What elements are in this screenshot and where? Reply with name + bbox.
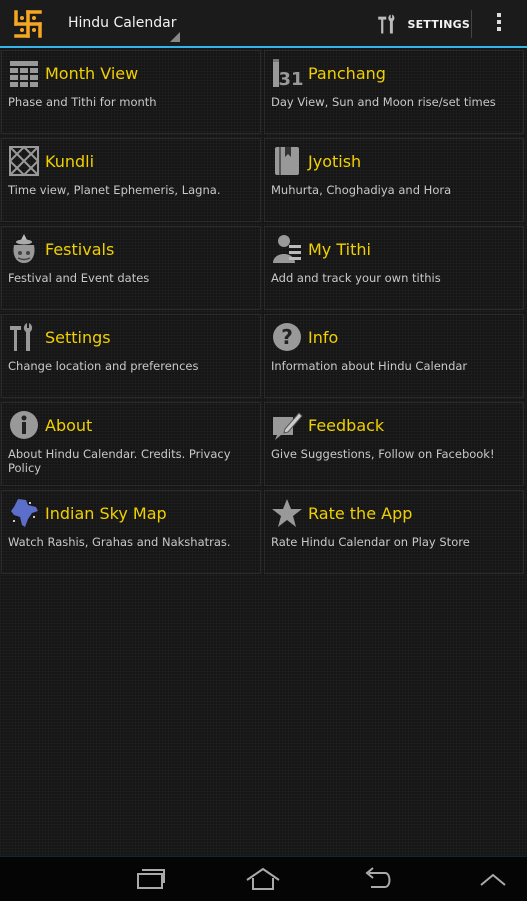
menu-item-rate-the-app[interactable]: Rate the App Rate Hindu Calendar on Play…: [264, 490, 524, 574]
settings-action-button[interactable]: SETTINGS: [372, 4, 470, 44]
menu-item-title: Settings: [45, 328, 111, 347]
settings-action-label: SETTINGS: [407, 17, 470, 31]
recent-apps-icon[interactable]: [130, 865, 170, 893]
menu-item-festivals[interactable]: Festivals Festival and Event dates: [1, 226, 261, 310]
overflow-menu-icon[interactable]: [486, 10, 512, 38]
menu-item-title: Panchang: [308, 64, 386, 83]
menu-item-desc: Change location and preferences: [8, 359, 199, 373]
menu-item-title: Rate the App: [308, 504, 413, 523]
menu-item-settings[interactable]: Settings Change location and preferences: [1, 314, 261, 398]
svg-text:?: ?: [281, 325, 293, 349]
actionbar-divider: [471, 10, 472, 38]
menu-item-desc: Festival and Event dates: [8, 271, 150, 285]
calendar-grid-icon: [10, 61, 38, 87]
menu-item-title: Info: [308, 328, 339, 347]
menu-item-title: Month View: [45, 64, 139, 83]
menu-item-title: Jyotish: [308, 152, 362, 171]
menu-item-title: Indian Sky Map: [45, 504, 167, 523]
menu-item-jyotish[interactable]: Jyotish Muhurta, Choghadiya and Hora: [264, 138, 524, 222]
menu-item-desc: Information about Hindu Calendar: [271, 359, 468, 373]
action-bar: Hindu Calendar SETTINGS: [0, 0, 527, 48]
menu-item-my-tithi[interactable]: My Tithi Add and track your own tithis: [264, 226, 524, 310]
menu-item-panchang[interactable]: 31 Panchang Day View, Sun and Moon rise/…: [264, 50, 524, 134]
menu-item-desc: Watch Rashis, Grahas and Nakshatras.: [8, 535, 231, 549]
festival-pot-icon: [13, 234, 35, 263]
app-logo-icon[interactable]: [10, 8, 46, 40]
menu-item-about[interactable]: About About Hindu Calendar. Credits. Pri…: [1, 402, 261, 486]
menu-item-desc: Give Suggestions, Follow on Facebook!: [271, 447, 495, 461]
menu-item-desc: Phase and Tithi for month: [8, 95, 157, 109]
chevron-up-icon[interactable]: [473, 865, 513, 893]
menu-item-month-view[interactable]: Month View Phase and Tithi for month: [1, 50, 261, 134]
menu-item-desc: Rate Hindu Calendar on Play Store: [271, 535, 470, 549]
menu-item-desc: Time view, Planet Ephemeris, Lagna.: [8, 183, 221, 197]
feedback-icon: [273, 412, 303, 440]
question-icon: ?: [273, 323, 301, 351]
menu-item-desc: About Hindu Calendar. Credits. Privacy P…: [8, 447, 231, 475]
india-map-icon: [11, 499, 38, 527]
menu-item-desc: Day View, Sun and Moon rise/set times: [271, 95, 496, 109]
menu-item-indian-sky-map[interactable]: Indian Sky Map Watch Rashis, Grahas and …: [1, 490, 261, 574]
tools-icon: [378, 14, 395, 34]
home-icon[interactable]: [243, 865, 283, 893]
menu-item-info[interactable]: ? Info Information about Hindu Calendar: [264, 314, 524, 398]
menu-item-title: My Tithi: [308, 240, 371, 259]
svg-text:31: 31: [278, 69, 303, 89]
menu-item-title: About: [45, 416, 93, 435]
calendar-31-icon: 31: [273, 59, 303, 89]
info-icon: [10, 411, 38, 439]
menu-item-desc: Add and track your own tithis: [271, 271, 441, 285]
menu-item-title: Festivals: [45, 240, 115, 259]
star-icon: [272, 499, 302, 527]
app-title[interactable]: Hindu Calendar: [68, 15, 176, 31]
person-list-icon: [273, 235, 301, 263]
spinner-caret-icon[interactable]: [170, 32, 180, 42]
system-nav-bar: [0, 856, 527, 901]
menu-item-title: Feedback: [308, 416, 385, 435]
back-icon[interactable]: [357, 865, 397, 893]
menu-item-kundli[interactable]: Kundli Time view, Planet Ephemeris, Lagn…: [1, 138, 261, 222]
kundli-chart-icon: [8, 145, 40, 177]
menu-item-title: Kundli: [45, 152, 95, 171]
menu-item-desc: Muhurta, Choghadiya and Hora: [271, 183, 452, 197]
tools-icon: [10, 323, 33, 351]
menu-item-feedback[interactable]: Feedback Give Suggestions, Follow on Fac…: [264, 402, 524, 486]
book-icon: [275, 147, 299, 175]
